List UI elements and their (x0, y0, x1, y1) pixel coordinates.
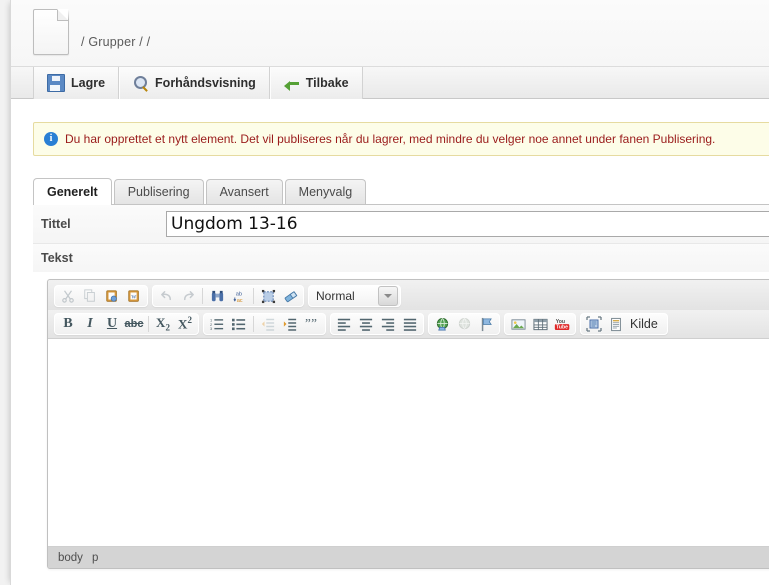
youtube-icon[interactable]: You Tube (551, 314, 573, 334)
elements-path-p[interactable]: p (92, 552, 98, 564)
template-widget-icon[interactable] (583, 314, 605, 334)
back-button-label: Tilbake (305, 76, 349, 90)
page-container: / Grupper / / Lagre Forhåndsvisning Tilb… (10, 0, 769, 585)
link-tool-group (428, 313, 500, 335)
tab-publisering[interactable]: Publisering (113, 179, 204, 204)
elements-path-body[interactable]: body (58, 552, 83, 564)
alignment-tool-group (330, 313, 424, 335)
superscript-icon[interactable]: X2 (174, 314, 196, 334)
command-toolbar: Lagre Forhåndsvisning Tilbake (11, 66, 769, 99)
editor-toolbar-row-1: W ab ac Normal (48, 280, 769, 310)
title-input[interactable] (166, 211, 769, 237)
strikethrough-icon[interactable]: abc (123, 314, 145, 334)
table-grid-icon[interactable] (529, 314, 551, 334)
bulleted-list-icon[interactable] (228, 314, 250, 334)
title-field-label: Tittel (41, 217, 71, 231)
align-center-icon[interactable] (355, 314, 377, 334)
preview-button[interactable]: Forhåndsvisning (119, 67, 270, 99)
history-and-find-tool-group: ab ac (152, 285, 304, 307)
paste-clipboard-icon[interactable] (101, 286, 123, 306)
title-field-row: Tittel (33, 205, 769, 244)
undo-arrow-icon[interactable] (155, 286, 177, 306)
info-circle-icon: i (44, 132, 58, 146)
align-right-icon[interactable] (377, 314, 399, 334)
editor-body[interactable] (56, 345, 769, 546)
paragraph-format-dropdown[interactable]: Normal (308, 285, 401, 307)
numbered-list-icon[interactable]: 123 (206, 314, 228, 334)
info-notification: i Du har opprettet et nytt element. Det … (33, 122, 769, 156)
save-button[interactable]: Lagre (33, 67, 120, 99)
svg-text:”: ” (305, 317, 311, 331)
svg-text:You: You (555, 318, 564, 324)
green-left-arrow-back-icon (283, 75, 300, 91)
page-header: / Grupper / / (11, 0, 769, 66)
tab-menyvalg[interactable]: Menyvalg (284, 179, 367, 204)
select-all-icon[interactable] (257, 286, 279, 306)
rich-text-editor: W ab ac Normal B I U abc X2 X2 1 2 3 ” ”… (47, 279, 769, 569)
magnifier-preview-icon (133, 75, 149, 91)
flag-anchor-icon[interactable] (475, 314, 497, 334)
paragraph-tool-group: 123 ”” (203, 313, 326, 335)
source-button-label[interactable]: Kilde (627, 314, 665, 334)
tab-strip: Generelt Publisering Avansert Menyvalg (33, 178, 769, 205)
bold-icon[interactable]: B (57, 314, 79, 334)
binoculars-find-icon[interactable] (206, 286, 228, 306)
eraser-remove-format-icon[interactable] (279, 286, 301, 306)
svg-text:ac: ac (236, 298, 242, 304)
svg-text:3: 3 (210, 326, 213, 331)
paste-from-word-icon[interactable]: W (123, 286, 145, 306)
paragraph-format-value: Normal (316, 289, 355, 303)
svg-text:ab: ab (235, 291, 241, 297)
editor-elements-path: body p (48, 547, 769, 568)
svg-text:Tube: Tube (556, 324, 568, 330)
preview-button-label: Forhåndsvisning (155, 76, 256, 90)
replace-abc-icon[interactable]: ab ac (228, 286, 250, 306)
image-picture-icon[interactable] (507, 314, 529, 334)
tab-avansert[interactable]: Avansert (205, 179, 283, 204)
insert-tool-group: You Tube (504, 313, 576, 335)
subscript-icon[interactable]: X2 (152, 314, 174, 334)
notification-message: Du har opprettet et nytt element. Det vi… (65, 132, 716, 146)
editor-content-area[interactable] (48, 338, 769, 547)
globe-link-icon[interactable] (431, 314, 453, 334)
page-document-icon (33, 9, 69, 55)
underline-icon[interactable]: U (101, 314, 123, 334)
redo-arrow-icon[interactable] (177, 286, 199, 306)
back-button[interactable]: Tilbake (269, 67, 363, 99)
justify-icon[interactable] (399, 314, 421, 334)
floppy-disk-save-icon (47, 74, 65, 92)
outdent-icon[interactable] (257, 314, 279, 334)
globe-unlink-icon[interactable] (453, 314, 475, 334)
source-document-icon[interactable] (605, 314, 627, 334)
blockquote-quotes-icon[interactable]: ”” (301, 314, 323, 334)
save-button-label: Lagre (71, 76, 106, 90)
editor-toolbar-row-2: B I U abc X2 X2 123 ” ” You Tube Kilde (48, 310, 769, 338)
align-left-icon[interactable] (333, 314, 355, 334)
toolbar-separator (202, 288, 203, 304)
svg-text:W: W (131, 295, 136, 301)
toolbar-separator (253, 288, 254, 304)
toolbar-separator (148, 316, 149, 332)
clipboard-tool-group: W (54, 285, 148, 307)
chevron-down-icon (378, 286, 398, 306)
general-tab-panel: Tittel Tekst W (33, 205, 769, 585)
italic-icon[interactable]: I (79, 314, 101, 334)
breadcrumb[interactable]: / Grupper / / (81, 35, 150, 49)
svg-text:”: ” (311, 317, 317, 331)
toolbar-separator (253, 316, 254, 332)
indent-icon[interactable] (279, 314, 301, 334)
text-field-label: Tekst (33, 244, 769, 272)
source-tool-group: Kilde (580, 313, 668, 335)
scissors-cut-icon[interactable] (57, 286, 79, 306)
tab-generelt[interactable]: Generelt (33, 178, 112, 205)
copy-icon[interactable] (79, 286, 101, 306)
basic-styles-tool-group: B I U abc X2 X2 (54, 313, 199, 335)
